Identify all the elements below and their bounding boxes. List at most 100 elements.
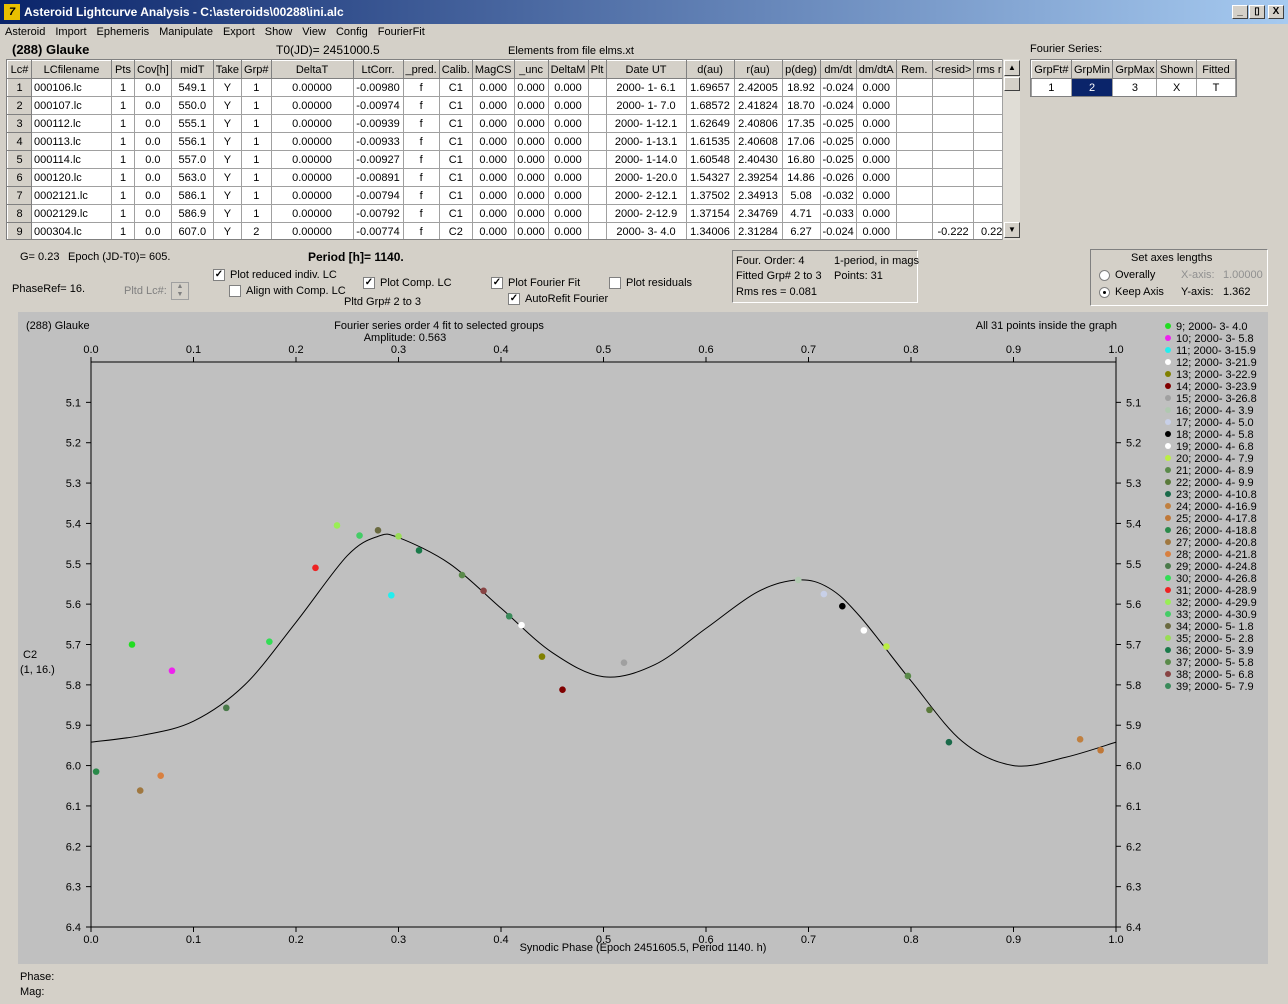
- table-row[interactable]: 4 000113.lc 1 0.0 556.1 Y 1 0.00000 -0.00933 f C1 0…: [7, 132, 1017, 151]
- check-icon[interactable]: ✓: [491, 277, 503, 290]
- scroll-thumb[interactable]: [1004, 77, 1020, 91]
- cell-row-number[interactable]: 5: [7, 150, 32, 169]
- cell-pred[interactable]: f: [402, 204, 440, 223]
- col-header-dmdt[interactable]: dm/dt: [819, 60, 857, 79]
- col-header-magcs[interactable]: MagCS: [471, 60, 515, 79]
- cell-phase-angle[interactable]: 17.06: [781, 132, 821, 151]
- cell-unc[interactable]: 0.000: [513, 96, 549, 115]
- data-point[interactable]: [395, 533, 402, 540]
- cell-calib[interactable]: C1: [438, 96, 473, 115]
- cell-unc[interactable]: 0.000: [513, 78, 549, 97]
- cell-ltcorr[interactable]: -0.00792: [352, 204, 404, 223]
- fourier-col-header[interactable]: GrpFt#: [1031, 60, 1072, 79]
- cell-remark[interactable]: [895, 168, 933, 187]
- cell-plt[interactable]: [587, 186, 607, 205]
- cell-remark[interactable]: [895, 132, 933, 151]
- cell-ltcorr[interactable]: -0.00794: [352, 186, 404, 205]
- autorefit-checkbox[interactable]: ✓ AutoRefit Fourier: [508, 293, 608, 306]
- fourier-col-header[interactable]: GrpMax: [1112, 60, 1158, 79]
- cell-dmdt[interactable]: -0.033: [819, 204, 857, 223]
- fourier-table[interactable]: GrpFt# GrpMin GrpMax Shown Fitted 123XT: [1030, 59, 1237, 97]
- cell-pts[interactable]: 1: [111, 96, 135, 115]
- cell-coverage[interactable]: 0.0: [134, 114, 172, 133]
- cell-calib[interactable]: C1: [438, 186, 473, 205]
- data-point[interactable]: [92, 768, 100, 775]
- cell-dmdt[interactable]: -0.025: [819, 114, 857, 133]
- cell-resid[interactable]: [931, 96, 975, 115]
- plot-comp-checkbox[interactable]: ✓ Plot Comp. LC: [363, 277, 452, 290]
- fourier-col-header[interactable]: GrpMin: [1070, 60, 1114, 79]
- check-icon[interactable]: [229, 285, 241, 298]
- maximize-button[interactable]: ▯: [1249, 5, 1265, 19]
- table-row[interactable]: 6 000120.lc 1 0.0 563.0 Y 1 0.00000 -0.00891 f C1 0…: [7, 168, 1017, 187]
- cell-filename[interactable]: 0002129.lc: [31, 204, 112, 223]
- plot-residuals-checkbox[interactable]: Plot residuals: [609, 277, 692, 290]
- cell-ltcorr[interactable]: -0.00933: [352, 132, 404, 151]
- cell-pred[interactable]: f: [402, 78, 440, 97]
- col-header-pts[interactable]: Pts: [111, 60, 135, 79]
- menu-manipulate[interactable]: Manipulate: [154, 24, 218, 38]
- cell-radius[interactable]: 2.42005: [733, 78, 783, 97]
- cell-pred[interactable]: f: [402, 168, 440, 187]
- data-point[interactable]: [333, 522, 341, 529]
- cell-calib[interactable]: C1: [438, 150, 473, 169]
- data-point[interactable]: [1097, 746, 1104, 754]
- menu-fourierfit[interactable]: FourierFit: [373, 24, 430, 38]
- cell-resid[interactable]: [931, 186, 975, 205]
- cell-row-number[interactable]: 9: [7, 222, 32, 239]
- scroll-down-icon[interactable]: ▼: [1004, 222, 1020, 238]
- cell-calib[interactable]: C1: [438, 204, 473, 223]
- cell-pts[interactable]: 1: [111, 186, 135, 205]
- cell-resid[interactable]: [931, 78, 975, 97]
- cell-magcs[interactable]: 0.000: [471, 132, 515, 151]
- cell-pts[interactable]: 1: [111, 204, 135, 223]
- data-point[interactable]: [458, 571, 466, 579]
- cell-group[interactable]: 1: [241, 150, 272, 169]
- data-point[interactable]: [820, 590, 828, 598]
- menu-show[interactable]: Show: [260, 24, 298, 38]
- cell-distance[interactable]: 1.60548: [685, 150, 735, 169]
- menu-asteroid[interactable]: Asteroid: [0, 24, 50, 38]
- overally-radio[interactable]: Overally: [1099, 269, 1155, 281]
- cell-pred[interactable]: f: [402, 186, 440, 205]
- cell-dmdta[interactable]: 0.000: [855, 96, 897, 115]
- cell-deltam[interactable]: 0.000: [547, 132, 589, 151]
- fourier-col-header[interactable]: Fitted: [1195, 60, 1236, 79]
- table-scrollbar[interactable]: ▲ ▼: [1002, 59, 1020, 240]
- cell-group[interactable]: 1: [241, 96, 272, 115]
- cell-resid[interactable]: [931, 168, 975, 187]
- cell-magcs[interactable]: 0.000: [471, 114, 515, 133]
- cell-remark[interactable]: [895, 204, 933, 223]
- cell-dmdt[interactable]: -0.026: [819, 168, 857, 187]
- cell-deltat[interactable]: 0.00000: [270, 222, 354, 239]
- cell-radius[interactable]: 2.39254: [733, 168, 783, 187]
- cell-phase-angle[interactable]: 4.71: [781, 204, 821, 223]
- table-row[interactable]: 1 000106.lc 1 0.0 549.1 Y 1 0.00000 -0.00980 f C1 0…: [7, 78, 1017, 97]
- cell-unc[interactable]: 0.000: [513, 222, 549, 239]
- cell-remark[interactable]: [895, 96, 933, 115]
- cell-filename[interactable]: 000113.lc: [31, 132, 112, 151]
- data-point[interactable]: [794, 576, 802, 584]
- cell-filename[interactable]: 000304.lc: [31, 222, 112, 239]
- cell-remark[interactable]: [895, 78, 933, 97]
- col-header-ltcorr[interactable]: LtCorr.: [352, 60, 404, 79]
- cell-ltcorr[interactable]: -0.00891: [352, 168, 404, 187]
- cell-plt[interactable]: [587, 150, 607, 169]
- cell-deltam[interactable]: 0.000: [547, 150, 589, 169]
- data-point[interactable]: [157, 772, 164, 779]
- phaseref-value[interactable]: PhaseRef= 16.: [12, 283, 85, 295]
- cell-magcs[interactable]: 0.000: [471, 150, 515, 169]
- data-point[interactable]: [620, 659, 628, 666]
- cell-dmdta[interactable]: 0.000: [855, 78, 897, 97]
- menu-config[interactable]: Config: [331, 24, 373, 38]
- cell-midt[interactable]: 556.1: [170, 132, 214, 151]
- cell-remark[interactable]: [895, 114, 933, 133]
- cell-row-number[interactable]: 3: [7, 114, 32, 133]
- data-point[interactable]: [505, 612, 513, 620]
- cell-magcs[interactable]: 0.000: [471, 96, 515, 115]
- cell-filename[interactable]: 000107.lc: [31, 96, 112, 115]
- cell-midt[interactable]: 555.1: [170, 114, 214, 133]
- cell-plt[interactable]: [587, 204, 607, 223]
- cell-coverage[interactable]: 0.0: [134, 132, 172, 151]
- data-point[interactable]: [266, 638, 273, 645]
